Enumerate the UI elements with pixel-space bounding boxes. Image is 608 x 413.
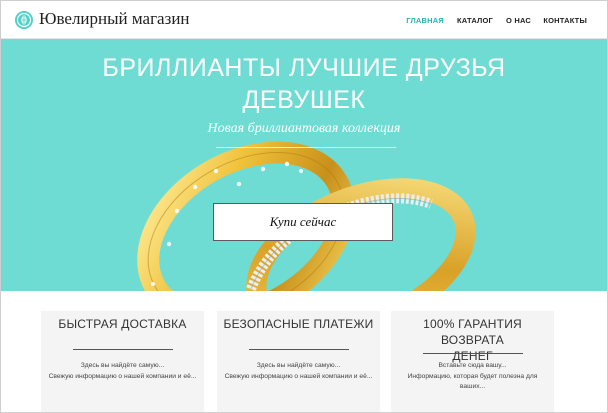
feature-divider	[249, 349, 349, 350]
feature-text-line: Здесь вы найдёте самую...	[256, 362, 341, 369]
feature-text: Вставьте сюда вашу... Информацию, котора…	[391, 361, 554, 393]
feature-text-line: Вставьте сюда вашу...	[438, 362, 507, 369]
site-header: Ювелирный магазин ГЛАВНАЯ КАТАЛОГ О НАС …	[1, 1, 607, 39]
hero-subtitle: Новая бриллиантовая коллекция	[207, 121, 401, 136]
feature-title: БЫСТРАЯ ДОСТАВКА	[58, 317, 187, 331]
feature-text-line: ваших...	[459, 383, 486, 390]
feature-title: БЕЗОПАСНЫЕ ПЛАТЕЖИ	[223, 317, 374, 331]
buy-now-button[interactable]: Купи сейчас	[213, 203, 393, 241]
nav-item-home[interactable]: ГЛАВНАЯ	[406, 16, 444, 25]
feature-text: Здесь вы найдёте самую... Свежую информа…	[217, 361, 380, 382]
hero-title: БРИЛЛИАНТЫ ЛУЧШИЕ ДРУЗЬЯ ДЕВУШЕК	[1, 52, 607, 116]
page: Ювелирный магазин ГЛАВНАЯ КАТАЛОГ О НАС …	[0, 0, 608, 413]
feature-card-delivery: БЫСТРАЯ ДОСТАВКА Здесь вы найдёте самую.…	[41, 311, 204, 412]
nav-item-contacts[interactable]: КОНТАКТЫ	[543, 16, 587, 25]
feature-card-payments: БЕЗОПАСНЫЕ ПЛАТЕЖИ Здесь вы найдёте саму…	[217, 311, 380, 412]
feature-text: Здесь вы найдёте самую... Свежую информа…	[41, 361, 204, 382]
hero-title-line1: БРИЛЛИАНТЫ ЛУЧШИЕ ДРУЗЬЯ	[102, 54, 506, 82]
nav-item-catalog[interactable]: КАТАЛОГ	[457, 16, 493, 25]
feature-title-line: 100% ГАРАНТИЯ ВОЗВРАТА	[423, 317, 522, 347]
hero-divider	[216, 147, 396, 148]
feature-divider	[423, 353, 523, 354]
features-section: БЫСТРАЯ ДОСТАВКА Здесь вы найдёте самую.…	[1, 291, 607, 412]
hero-title-line2: ДЕВУШЕК	[242, 86, 366, 114]
feature-text-line: Свежую информацию о нашей компании и её.…	[224, 372, 373, 380]
feature-text-line: Информацию, которая будет полезна для	[407, 372, 538, 380]
feature-title: 100% ГАРАНТИЯ ВОЗВРАТА ДЕНЕГ	[391, 316, 554, 364]
feature-text-line: Здесь вы найдёте самую...	[80, 362, 165, 369]
feature-text-line: Свежую информацию о нашей компании и её.…	[48, 372, 197, 380]
diamond-icon	[15, 11, 33, 29]
nav-item-about[interactable]: О НАС	[506, 16, 531, 25]
hero-banner: БРИЛЛИАНТЫ ЛУЧШИЕ ДРУЗЬЯ ДЕВУШЕК Новая б…	[1, 39, 607, 291]
site-logo-text[interactable]: Ювелирный магазин	[39, 9, 190, 29]
feature-card-guarantee: 100% ГАРАНТИЯ ВОЗВРАТА ДЕНЕГ Вставьте сю…	[391, 311, 554, 412]
feature-divider	[73, 349, 173, 350]
